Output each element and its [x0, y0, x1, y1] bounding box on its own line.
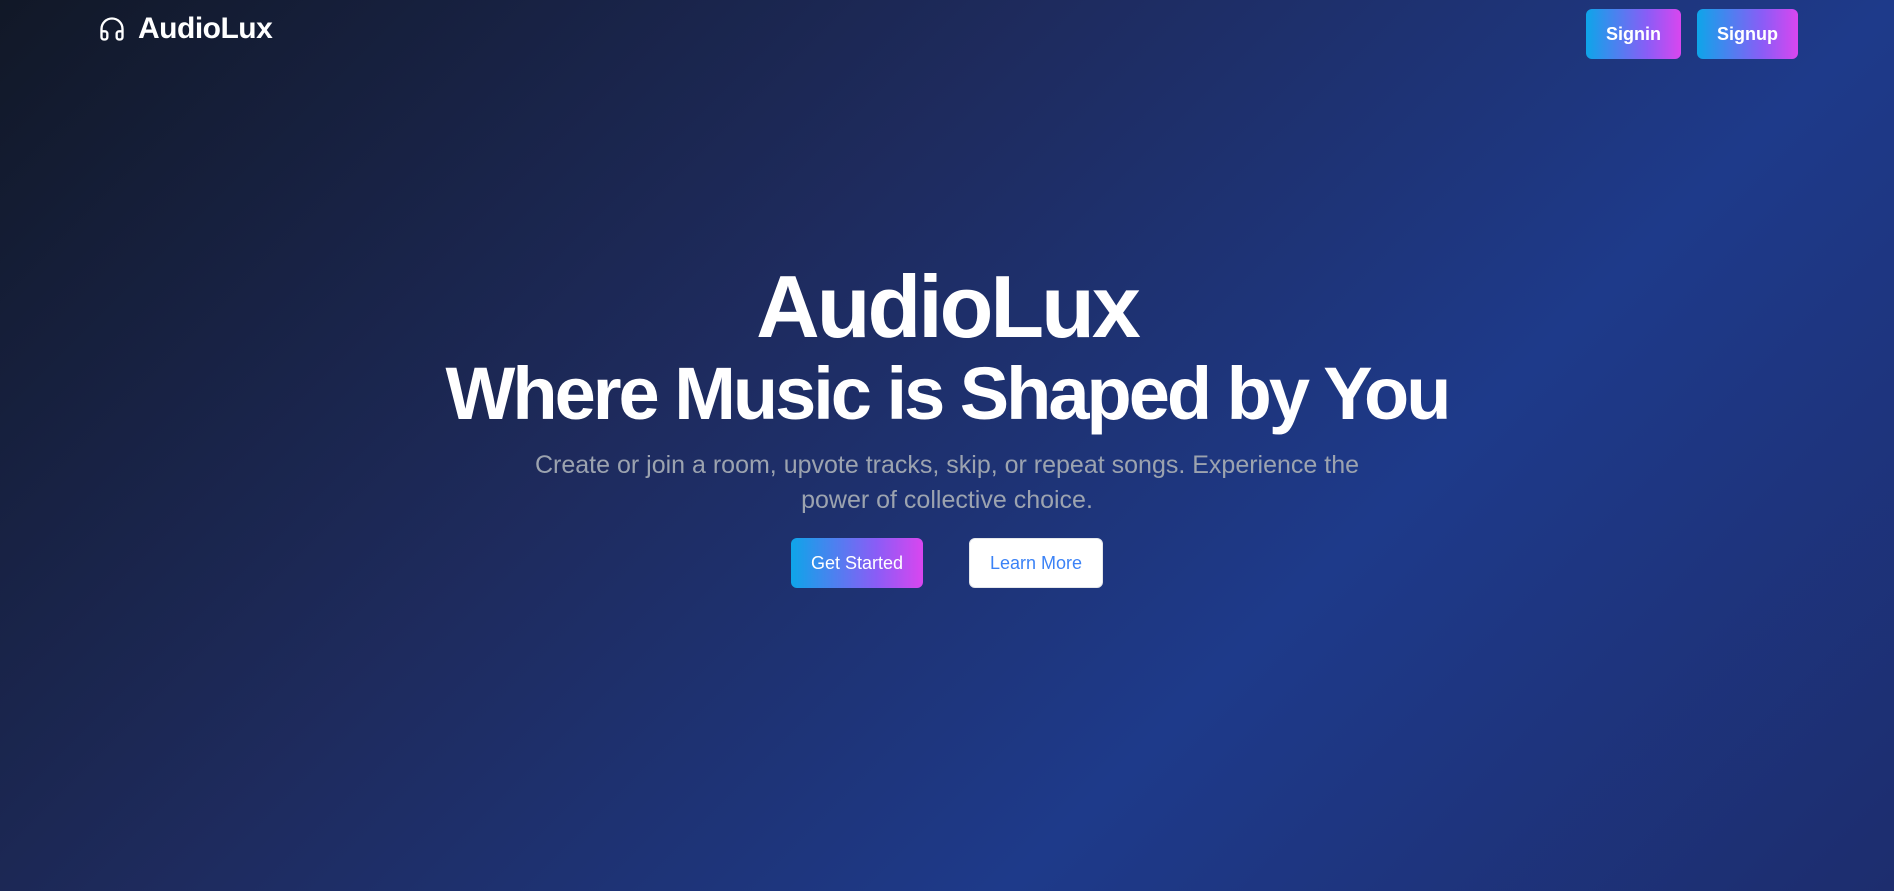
headphones-icon — [98, 15, 126, 43]
brand-name: AudioLux — [138, 12, 273, 45]
brand-logo[interactable]: AudioLux — [98, 12, 273, 46]
auth-actions: Signin Signup — [1586, 9, 1798, 59]
hero-actions: Get Started Learn More — [0, 538, 1894, 588]
hero-section: AudioLux Where Music is Shaped by You Cr… — [0, 262, 1894, 588]
hero-description: Create or join a room, upvote tracks, sk… — [534, 451, 1360, 514]
hero-subtitle: Where Music is Shaped by You — [445, 352, 1452, 435]
hero-title: AudioLux — [756, 257, 1141, 356]
get-started-button[interactable]: Get Started — [790, 538, 923, 588]
learn-more-button[interactable]: Learn More — [969, 538, 1104, 588]
top-navbar: AudioLux Signin Signup — [0, 0, 1894, 60]
signup-button[interactable]: Signup — [1697, 9, 1798, 59]
signin-button[interactable]: Signin — [1586, 9, 1681, 59]
